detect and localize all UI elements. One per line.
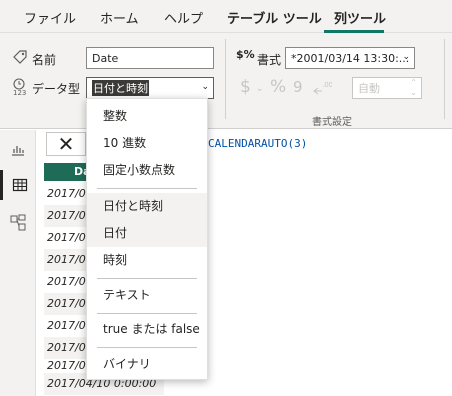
chevron-down-icon: ⌄ <box>402 52 410 62</box>
decimal-places-stepper[interactable]: 自動 ⌃ ⌄ <box>352 77 422 99</box>
tab-column-tools[interactable]: 列ツール <box>334 8 386 27</box>
group-divider <box>444 39 445 119</box>
svg-text:.00: .00 <box>322 81 332 89</box>
menu-divider <box>97 278 197 279</box>
tab-table-tools[interactable]: テーブル ツール <box>227 8 322 27</box>
format-label: 書式 <box>257 53 282 67</box>
currency-button[interactable]: $ <box>240 79 251 96</box>
chevron-down-icon: ⌄ <box>256 84 264 94</box>
name-input[interactable]: Date <box>86 47 214 69</box>
report-view-icon[interactable] <box>0 134 36 164</box>
menu-item-date[interactable]: 日付 <box>87 220 207 247</box>
tab-home[interactable]: ホーム <box>100 8 139 27</box>
percent-button[interactable]: % <box>270 79 286 96</box>
menu-item-time[interactable]: 時刻 <box>87 247 207 274</box>
menu-item-decimal-number[interactable]: 10 進数 <box>87 130 207 157</box>
data-view-icon[interactable] <box>0 170 36 200</box>
group-divider <box>225 39 226 119</box>
tag-icon <box>12 49 28 68</box>
format-icon: $% <box>236 48 255 61</box>
menu-divider <box>97 347 197 348</box>
ribbon-panel: 名前 Date 123 データ型 日付と時刻 ⌄ $% 書式 *2001/03/… <box>0 33 452 129</box>
comma-style-button[interactable]: 9 <box>293 80 303 95</box>
data-type-label: データ型 <box>32 82 81 96</box>
name-label: 名前 <box>32 53 57 67</box>
menu-item-binary[interactable]: バイナリ <box>87 351 207 378</box>
formula-text[interactable]: CALENDARAUTO(3) <box>208 137 307 150</box>
menu-item-whole-number[interactable]: 整数 <box>87 103 207 130</box>
spin-down-icon: ⌄ <box>410 88 417 97</box>
format-dropdown[interactable]: *2001/03/14 13:30:... ⌄ <box>285 47 415 69</box>
model-view-icon[interactable] <box>0 208 36 238</box>
tab-file[interactable]: ファイル <box>24 8 76 27</box>
menu-divider <box>97 188 197 189</box>
menu-divider <box>97 313 197 314</box>
menu-item-true-false[interactable]: true または false <box>87 316 207 343</box>
menu-item-date-time[interactable]: 日付と時刻 <box>87 193 207 220</box>
menu-item-fixed-decimal[interactable]: 固定小数点数 <box>87 157 207 184</box>
tab-help[interactable]: ヘルプ <box>164 8 203 27</box>
data-type-dropdown[interactable]: 日付と時刻 ⌄ <box>86 77 214 99</box>
format-group-label: 書式設定 <box>312 117 352 128</box>
data-type-icon: 123 <box>12 78 30 99</box>
chevron-down-icon: ⌄ <box>201 82 209 92</box>
cancel-formula-button[interactable]: ✕ <box>46 132 86 156</box>
menu-item-text[interactable]: テキスト <box>87 282 207 309</box>
spin-up-icon: ⌃ <box>410 78 417 87</box>
decrease-decimal-icon[interactable]: .00 <box>312 79 333 100</box>
data-type-menu: 整数 10 進数 固定小数点数 日付と時刻 日付 時刻 テキスト true また… <box>86 98 208 380</box>
close-icon: ✕ <box>57 132 75 156</box>
view-rail <box>0 130 36 396</box>
ribbon-tab-bar: ファイル ホーム ヘルプ テーブル ツール 列ツール <box>0 0 452 33</box>
svg-text:123: 123 <box>13 89 26 96</box>
